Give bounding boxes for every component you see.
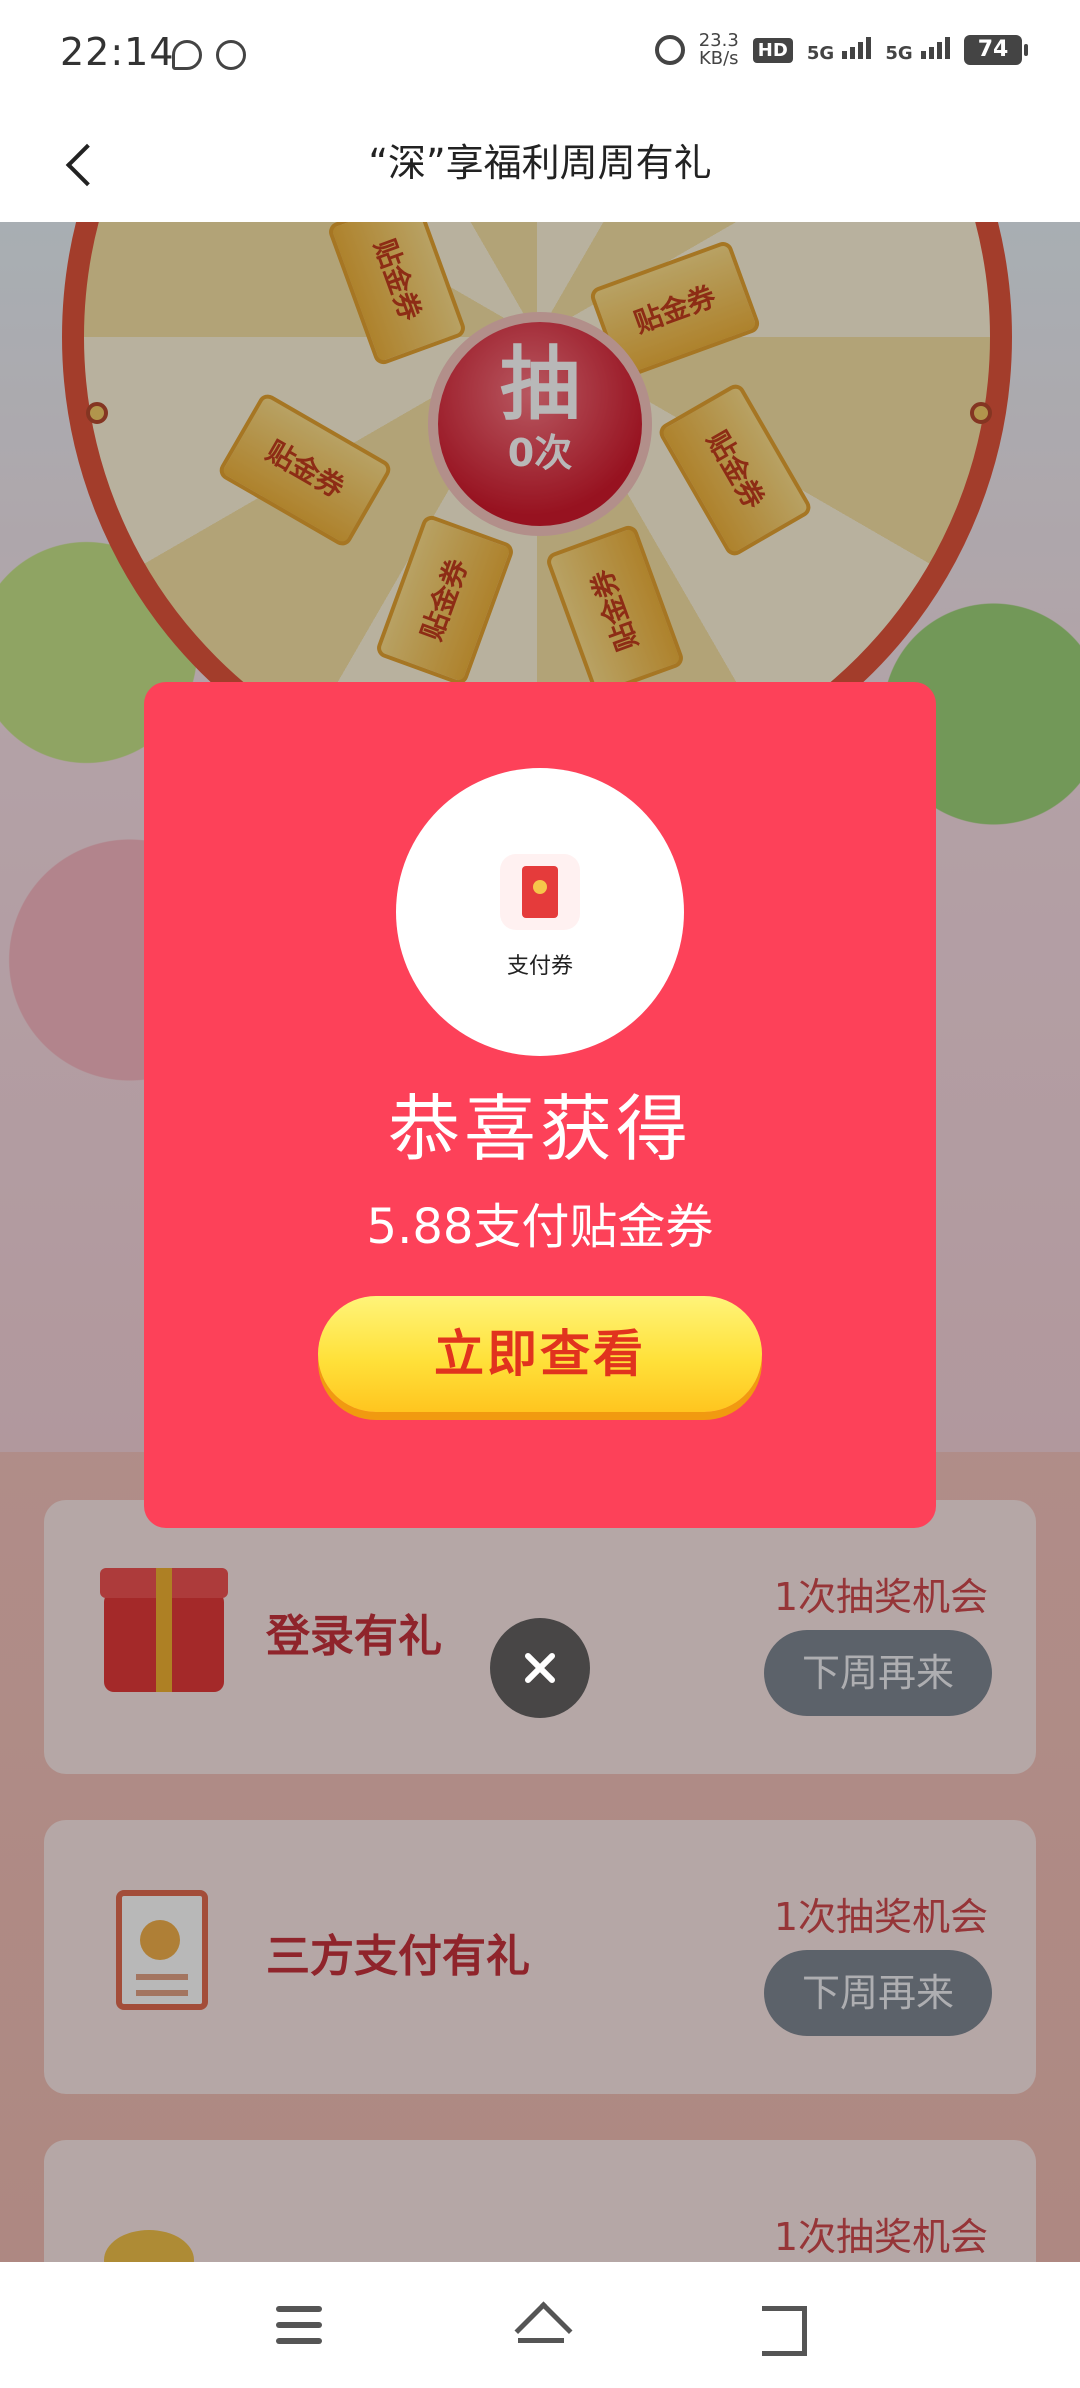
status-bar: 22:14 23.3 KB/s HD 5G 5G 74 [0, 0, 1080, 110]
wechat-icon [216, 40, 246, 70]
signal-sim1-icon: 5G [806, 36, 872, 64]
red-envelope-icon [500, 854, 580, 930]
page-header: “深”享福利周周有礼 [0, 110, 1080, 222]
sim2-label: 5G [885, 42, 913, 64]
page-title: “深”享福利周周有礼 [368, 141, 712, 185]
home-icon[interactable] [506, 2292, 576, 2358]
battery-icon: 74 [964, 35, 1028, 65]
system-nav-bar [0, 2262, 1080, 2388]
chat-bubble-icon [172, 40, 202, 70]
network-speed-unit: KB/s [698, 48, 739, 69]
prize-circle: 支付券 [396, 768, 684, 1056]
view-now-button[interactable]: 立即查看 [318, 1296, 762, 1412]
prize-name: 5.88支付贴金券 [366, 1199, 714, 1255]
sim1-label: 5G [806, 42, 835, 64]
prize-dialog: 支付券 恭喜获得 5.88支付贴金券 立即查看 [144, 682, 936, 1528]
network-speed: 23.3 KB/s [699, 32, 739, 68]
close-icon[interactable] [490, 1618, 590, 1718]
alarm-icon [654, 35, 685, 65]
status-time: 22:14 [60, 30, 175, 74]
notification-icons [172, 40, 246, 70]
status-right: 23.3 KB/s HD 5G 5G 74 [654, 32, 1028, 68]
menu-icon[interactable] [264, 2292, 334, 2358]
congrats-title: 恭喜获得 [387, 1087, 692, 1171]
prize-type-label: 支付券 [506, 954, 573, 979]
hd-voice-icon: HD [752, 37, 793, 63]
signal-sim2-icon: 5G [885, 36, 950, 64]
back-icon[interactable] [748, 2292, 818, 2358]
